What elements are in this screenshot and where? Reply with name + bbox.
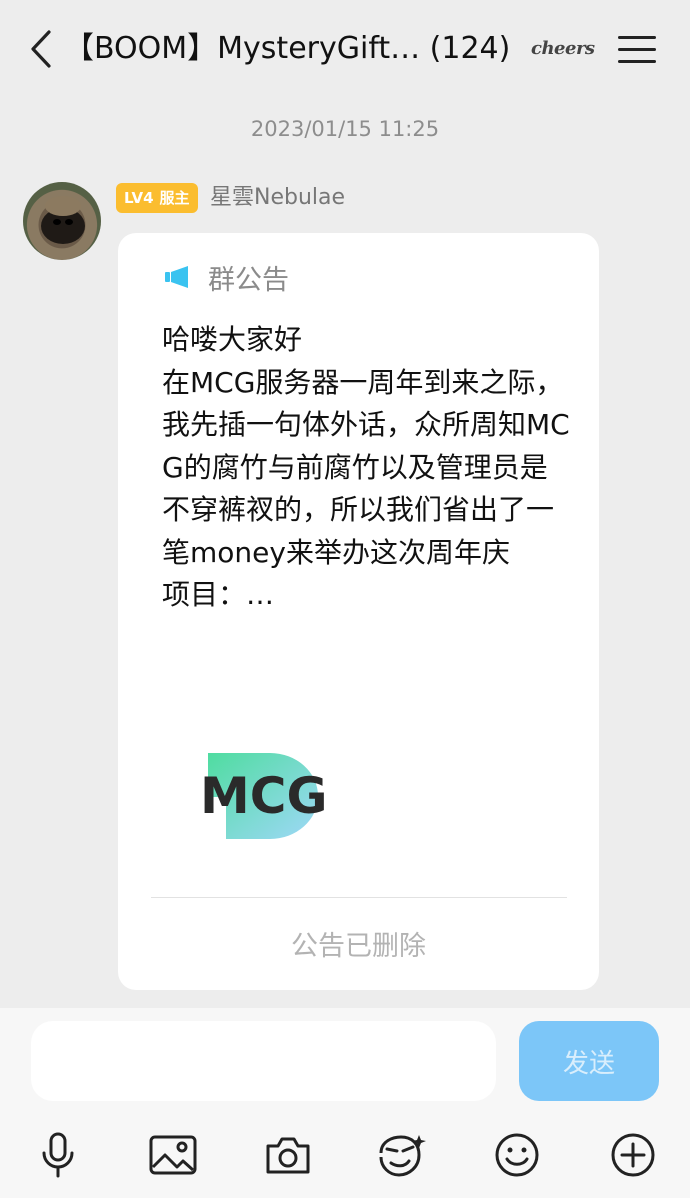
composer-bar: 发送 [0, 1008, 690, 1198]
microphone-icon [42, 1132, 74, 1178]
card-divider [151, 897, 567, 898]
announcement-text: 哈喽大家好 在MCG服务器一周年到来之际，我先插一句体外话，众所周知MCG的腐竹… [162, 323, 570, 611]
voice-button[interactable] [30, 1127, 86, 1183]
more-button[interactable] [605, 1127, 661, 1183]
menu-icon-bar [618, 35, 656, 39]
send-button[interactable]: 发送 [519, 1021, 659, 1101]
announcement-header: 群公告 [164, 259, 289, 296]
member-level-badge: LV4 服主 [116, 183, 198, 213]
camera-icon [266, 1137, 310, 1174]
dog-photo-icon [41, 196, 85, 244]
sticker-button[interactable] [373, 1127, 429, 1183]
menu-icon-bar [618, 47, 656, 51]
sender-name[interactable]: 星雲Nebulae [210, 183, 345, 213]
group-name: 【BOOM】MysteryGift… [64, 31, 421, 66]
member-count: (124) [429, 31, 511, 66]
logo-text: MCG [200, 767, 328, 825]
menu-button[interactable] [618, 30, 656, 68]
back-button[interactable] [26, 28, 56, 70]
chevron-left-icon [31, 30, 51, 68]
message-input[interactable] [31, 1021, 496, 1101]
announcement-label: 群公告 [208, 264, 289, 296]
emoji-button[interactable] [489, 1127, 545, 1183]
megaphone-icon [165, 266, 188, 288]
plus-icon [611, 1133, 655, 1177]
sticker-icon [379, 1135, 426, 1177]
chat-header: 【BOOM】MysteryGift… (124) cheers [0, 0, 690, 98]
announcement-status: 公告已删除 [291, 931, 426, 962]
role-text: 服主 [159, 189, 190, 207]
image-button[interactable] [145, 1127, 201, 1183]
image-icon [149, 1135, 197, 1175]
mcg-logo-graphic: MCG [200, 753, 328, 839]
cheers-sticker-icon: cheers [531, 38, 595, 59]
camera-button[interactable] [260, 1127, 316, 1183]
level-text: LV4 [124, 189, 154, 207]
emoji-icon [495, 1133, 539, 1177]
chat-title[interactable]: 【BOOM】MysteryGift… (124) [64, 28, 534, 70]
sender-avatar[interactable] [23, 182, 101, 260]
message-timestamp: 2023/01/15 11:25 [250, 117, 440, 141]
mcg-logo: MCG [200, 747, 360, 839]
announcement-card[interactable]: 群公告 哈喽大家好 在MCG服务器一周年到来之际，我先插一句体外话，众所周知MC… [118, 233, 599, 990]
menu-icon-bar [618, 59, 656, 63]
